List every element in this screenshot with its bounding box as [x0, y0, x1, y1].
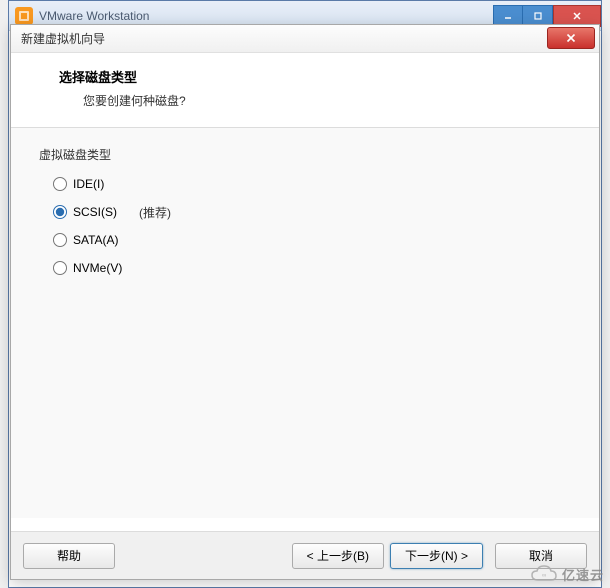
- wizard-body: 虚拟磁盘类型 IDE(I) SCSI(S) (推荐) SATA(A) NVMe(…: [11, 128, 599, 518]
- wizard-footer: 帮助 < 上一步(B) 下一步(N) > 取消: [11, 531, 599, 579]
- disk-type-group-label: 虚拟磁盘类型: [39, 146, 571, 163]
- radio-ide-label: IDE(I): [73, 177, 104, 191]
- radio-sata[interactable]: SATA(A): [53, 229, 571, 251]
- wizard-dialog: 新建虚拟机向导 选择磁盘类型 您要创建何种磁盘? 虚拟磁盘类型 IDE(I) S…: [10, 24, 600, 580]
- wizard-close-button[interactable]: [547, 27, 595, 49]
- wizard-title: 新建虚拟机向导: [21, 30, 105, 47]
- watermark-text: 亿速云: [562, 565, 604, 584]
- radio-ide-input[interactable]: [53, 177, 67, 191]
- radio-nvme-label: NVMe(V): [73, 261, 122, 275]
- recommended-label: (推荐): [139, 204, 171, 221]
- radio-sata-input[interactable]: [53, 233, 67, 247]
- radio-scsi[interactable]: SCSI(S) (推荐): [53, 201, 571, 223]
- radio-nvme-input[interactable]: [53, 261, 67, 275]
- radio-ide[interactable]: IDE(I): [53, 173, 571, 195]
- radio-sata-label: SATA(A): [73, 233, 119, 247]
- cloud-icon: ∞: [530, 564, 558, 584]
- radio-scsi-label: SCSI(S): [73, 205, 117, 219]
- back-button[interactable]: < 上一步(B): [292, 543, 384, 569]
- radio-nvme[interactable]: NVMe(V): [53, 257, 571, 279]
- wizard-header: 选择磁盘类型 您要创建何种磁盘?: [11, 53, 599, 128]
- main-title: VMware Workstation: [39, 9, 149, 23]
- wizard-titlebar: 新建虚拟机向导: [11, 25, 599, 53]
- next-button[interactable]: 下一步(N) >: [390, 543, 483, 569]
- radio-scsi-input[interactable]: [53, 205, 67, 219]
- watermark: ∞ 亿速云: [530, 564, 604, 584]
- wizard-heading: 选择磁盘类型: [59, 67, 579, 86]
- help-button[interactable]: 帮助: [23, 543, 115, 569]
- vmware-icon: [15, 7, 33, 25]
- svg-text:∞: ∞: [542, 573, 546, 579]
- wizard-subtext: 您要创建何种磁盘?: [59, 92, 579, 109]
